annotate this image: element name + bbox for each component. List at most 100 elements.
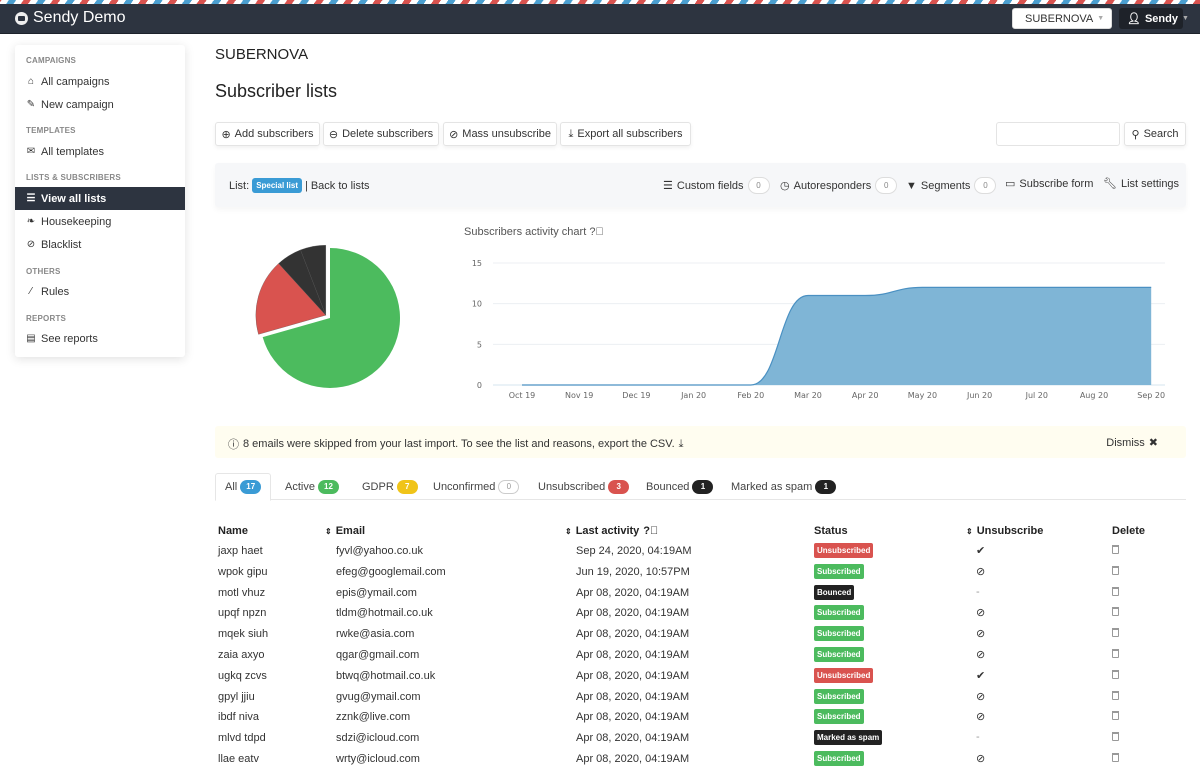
tab-all[interactable]: All 17 <box>215 473 272 501</box>
help-icon[interactable]: ?⃝ <box>589 226 603 238</box>
column-header-last-activity[interactable]: ⇕ Last activity ?⃝ <box>565 525 658 537</box>
back-to-lists-link[interactable]: Back to lists <box>311 180 370 192</box>
search-button[interactable]: ⚲ Search <box>1124 122 1186 146</box>
list-icon: ☰ <box>663 180 673 192</box>
table-row: llae eatv wrty@icloud.com Apr 08, 2020, 04… <box>215 749 1186 770</box>
tab-count-badge: 12 <box>317 479 339 494</box>
subscriber-name[interactable]: wpok gipu <box>218 566 268 578</box>
sidebar-item-all-templates[interactable]: ✉ All templates <box>15 140 185 163</box>
check-icon[interactable]: ✔ <box>976 669 985 682</box>
download-csv-icon[interactable]: ⤓ <box>679 438 684 451</box>
subscriber-name[interactable]: ibdf niva <box>218 711 259 723</box>
add-subscribers-button[interactable]: ⊕ Add subscribers <box>215 122 320 146</box>
segments-link[interactable]: ▼ Segments 0 <box>906 177 997 194</box>
alert-message: ⓘ 8 emails were skipped from your last i… <box>228 436 684 452</box>
delete-subscribers-button[interactable]: ⊖ Delete subscribers <box>323 122 439 146</box>
trash-icon[interactable] <box>1112 586 1119 596</box>
custom-fields-link[interactable]: ☰ Custom fields 0 <box>663 177 770 194</box>
column-header-name[interactable]: Name <box>218 525 248 537</box>
mass-unsubscribe-button[interactable]: ⊘ Mass unsubscribe <box>443 122 557 146</box>
trash-icon[interactable] <box>1112 732 1119 742</box>
subscriber-name[interactable]: ugkq zcvs <box>218 670 267 682</box>
status-badge: Subscribed <box>814 626 864 642</box>
x-tick-label: Apr 20 <box>852 391 879 400</box>
sidebar-item-new-campaign[interactable]: ✎ New campaign <box>15 93 185 116</box>
list-settings-label: List settings <box>1120 177 1180 190</box>
tab-unsubscribed[interactable]: Unsubscribed 3 <box>529 473 638 500</box>
sidebar-header-lists: LISTS & SUBSCRIBERS <box>26 173 121 182</box>
status-badge: Subscribed <box>814 647 864 662</box>
ban-icon[interactable]: ⊘ <box>976 690 985 703</box>
separator: | <box>304 179 308 192</box>
subscriber-name[interactable]: upqf npzn <box>218 607 266 619</box>
tab-unconfirmed[interactable]: Unconfirmed 0 <box>424 473 528 500</box>
list-settings-link[interactable]: 🔧︎ List settings <box>1103 177 1180 191</box>
check-icon[interactable]: ✔ <box>976 544 985 557</box>
subscriber-name[interactable]: gpyl jjiu <box>218 691 255 703</box>
ban-icon[interactable]: ⊘ <box>976 710 985 723</box>
trash-icon[interactable] <box>1112 628 1119 638</box>
subscriber-name[interactable]: mlvd tdpd <box>218 732 266 744</box>
column-header-email[interactable]: ⇕ Email <box>325 525 365 537</box>
tab-bounced[interactable]: Bounced 1 <box>637 473 722 500</box>
last-activity: Jun 19, 2020, 10:57PM <box>576 565 690 578</box>
ban-icon[interactable]: ⊘ <box>976 627 985 640</box>
search-input[interactable] <box>996 122 1120 146</box>
ban-icon[interactable]: ⊘ <box>976 752 985 765</box>
trash-icon[interactable] <box>1112 607 1119 617</box>
list-name-badge[interactable]: Special list <box>252 178 302 193</box>
table-row: upqf npzn tldm@hotmail.co.uk Apr 08, 2020,… <box>215 603 1186 624</box>
tab-count-badge: 17 <box>240 480 262 494</box>
custom-fields-label: Custom fields <box>676 179 744 192</box>
last-activity: Apr 08, 2020, 04:19AM <box>576 628 690 641</box>
sidebar-header-campaigns: CAMPAIGNS <box>26 56 77 65</box>
sidebar-item-all-campaigns[interactable]: ⌂ All campaigns <box>15 70 185 93</box>
trash-icon[interactable] <box>1112 545 1119 554</box>
autoresponders-count: 0 <box>875 177 898 194</box>
subscriber-name[interactable]: motl vhuz <box>218 587 265 599</box>
trash-icon[interactable] <box>1112 649 1119 658</box>
sidebar-item-blacklist[interactable]: ⊘ Blacklist <box>15 233 185 256</box>
help-icon[interactable]: ?⃝ <box>643 525 658 537</box>
table-row: mlvd tdpd sdzi@icloud.com Apr 08, 2020, 04… <box>215 728 1186 749</box>
sidebar-item-view-all-lists[interactable]: ☰ View all lists <box>15 187 185 210</box>
subscriber-name[interactable]: jaxp haet <box>218 545 263 557</box>
ban-icon[interactable]: ⊘ <box>976 565 985 578</box>
button-label: Delete subscribers <box>342 128 434 140</box>
table-row: jaxp haet fyvl@yahoo.co.uk Sep 24, 2020, 0… <box>215 541 1186 562</box>
dismiss-button[interactable]: Dismiss ✖ <box>1106 436 1158 450</box>
table-row: ibdf niva zznk@live.com Apr 08, 2020, 04:1… <box>215 707 1186 728</box>
clock-icon: ◷ <box>780 180 790 192</box>
sidebar-item-rules[interactable]: ⁄ Rules <box>15 280 185 303</box>
tab-label: All <box>225 481 238 493</box>
trash-icon[interactable] <box>1112 711 1119 721</box>
app-brand[interactable]: Sendy Demo <box>15 9 126 27</box>
trash-icon[interactable] <box>1112 753 1119 762</box>
sendy-logo-icon <box>15 11 28 25</box>
subscriber-name[interactable]: zaia axyo <box>218 649 264 661</box>
subscriber-name[interactable]: llae eatv <box>218 753 259 765</box>
trash-icon[interactable] <box>1112 565 1119 575</box>
user-menu-label: Sendy <box>1144 12 1178 25</box>
trash-icon[interactable] <box>1112 669 1119 679</box>
home-icon: ⌂ <box>27 76 35 87</box>
subscriber-name[interactable]: mqek siuh <box>218 628 268 640</box>
subscribe-form-link[interactable]: ▭ Subscribe form <box>1005 177 1093 191</box>
ban-icon[interactable]: ⊘ <box>976 648 985 661</box>
last-activity: Sep 24, 2020, 04:19AM <box>576 545 692 557</box>
column-header-unsubscribe[interactable]: ⇕ Unsubscribe <box>966 525 1043 537</box>
autoresponders-link[interactable]: ◷ Autoresponders 0 <box>780 177 898 194</box>
ban-icon[interactable]: ⊘ <box>976 606 985 619</box>
subscriber-email: efeg@googlemail.com <box>336 565 446 578</box>
tab-marked-as-spam[interactable]: Marked as spam 1 <box>722 473 845 500</box>
tab-active[interactable]: Active 12 <box>276 473 348 500</box>
sidebar-item-see-reports[interactable]: ▤ See reports <box>15 327 185 350</box>
export-subscribers-button[interactable]: ⤓ Export all subscribers <box>560 122 691 146</box>
envelope-icon: ✉ <box>26 146 36 157</box>
tab-gdpr[interactable]: GDPR 7 <box>353 473 427 500</box>
trash-icon[interactable] <box>1112 690 1119 700</box>
brand-selector-button[interactable]: SUBERNOVA ▼ <box>1012 8 1112 29</box>
tab-count-badge: 0 <box>498 479 520 494</box>
sidebar-item-housekeeping[interactable]: ❧ Housekeeping <box>15 210 185 233</box>
user-menu-button[interactable]: 👤︎ Sendy ▼ <box>1119 8 1189 29</box>
